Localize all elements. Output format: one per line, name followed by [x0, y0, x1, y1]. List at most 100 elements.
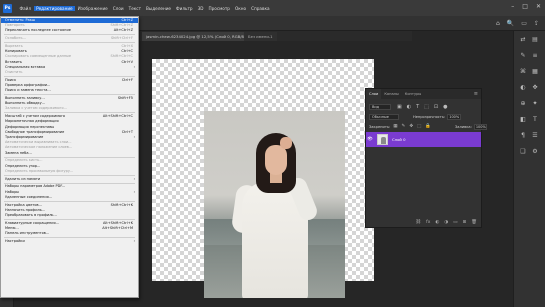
smart-filter-icon[interactable]: ⊡ [434, 104, 438, 110]
adjustments-icon[interactable]: ◐ [519, 85, 527, 91]
lock-paint-icon[interactable]: ✎ [402, 124, 406, 129]
edit-menu-item[interactable]: Заливка с учетом содержимого... [1, 106, 138, 111]
maximize-icon[interactable]: □ [522, 3, 528, 10]
edit-menu-item[interactable]: Ослабить... Shift+Ctrl+F [1, 36, 138, 41]
edit-menu-item[interactable]: Переключить последнее состояние Alt+Ctrl+… [1, 28, 138, 33]
submenu-arrow-icon: › [133, 176, 135, 181]
new-layer-icon[interactable]: ⊞ [463, 220, 467, 225]
tab-channels[interactable]: Каналы [381, 89, 401, 99]
lock-all-icon[interactable]: 🔒 [425, 124, 431, 129]
document-canvas-transparent[interactable] [152, 59, 374, 298]
menu-10[interactable]: Справка [249, 6, 272, 11]
document-tab-active[interactable]: jasmin-chew-6234024.jpg @ 12,5% (Слой 0,… [142, 32, 255, 41]
properties-icon[interactable]: ≡ [531, 53, 539, 59]
layers-panel-tabs: Слои Каналы Контуры ≡ [366, 89, 481, 99]
edit-menu-item-shortcut: Shift+Ctrl+Z [110, 23, 133, 28]
edit-menu-item-label: Удалить из памяти [5, 176, 41, 181]
edit-menu-item[interactable]: Поиск и замена текста... [1, 88, 138, 93]
shape-filter-icon[interactable]: ⬚ [424, 104, 429, 110]
edit-menu-item-label: Ослабить... [5, 36, 26, 41]
document-tab-untitled[interactable]: Без имени-1 [244, 32, 277, 41]
mask-icon[interactable]: ◐ [435, 220, 439, 225]
blend-row: Обычные Непрозрачность: 100% [369, 113, 479, 120]
menu-4[interactable]: Текст [126, 6, 143, 11]
photo-hand [280, 137, 292, 149]
menu-7[interactable]: 3D [195, 6, 206, 11]
fx-icon[interactable]: fx [426, 220, 430, 225]
edit-menu-item[interactable]: Очистить [1, 70, 138, 75]
swatches-icon[interactable]: ▦ [531, 69, 539, 75]
menu-9[interactable]: Окно [232, 6, 248, 11]
edit-menu-item-shortcut: Ctrl+T [121, 129, 133, 134]
character-icon[interactable]: T [531, 117, 539, 123]
lock-pixels-icon[interactable]: ▦ [393, 124, 397, 129]
edit-menu-item-shortcut: Shift+F5 [117, 96, 133, 100]
edit-menu-item-label: Назначить профиль... [5, 207, 46, 212]
edit-menu-item-label: Замена неба... [5, 150, 32, 155]
menu-6[interactable]: Фильтр [174, 6, 196, 11]
settings-icon[interactable]: ⚙ [531, 149, 539, 155]
effects-icon[interactable]: ✦ [531, 101, 539, 107]
menu-8[interactable]: Просмотр [206, 6, 233, 11]
edit-menu-item-label: Проверка орфографии... [5, 83, 51, 87]
share-icon[interactable]: ⇪ [534, 20, 539, 27]
edit-menu-item[interactable]: Настройки › [1, 239, 138, 244]
workspace-icon[interactable]: ▭ [521, 20, 527, 27]
history-icon[interactable]: ▤ [531, 37, 539, 43]
layer-thumbnail [377, 134, 388, 145]
edit-menu-item[interactable]: Преобразовать в профиль... [1, 213, 138, 218]
home-icon[interactable]: ⌂ [496, 20, 500, 27]
photo-face [265, 145, 287, 175]
tab-layers[interactable]: Слои [366, 89, 382, 99]
menu-2[interactable]: Изображение [75, 6, 110, 11]
trash-icon[interactable]: 🗑 [471, 220, 477, 225]
expand-icon[interactable]: ⇄ [519, 37, 527, 43]
blend-mode-select[interactable]: Обычные [369, 113, 399, 120]
menu-1[interactable]: Редактирование [33, 5, 76, 11]
edit-menu-item-shortcut: Ctrl+V [121, 59, 133, 64]
layer-name[interactable]: Слой 0 [392, 137, 406, 142]
toggle-filter-icon[interactable]: ● [443, 104, 447, 110]
type-filter-icon[interactable]: T [416, 104, 419, 110]
edit-menu-item[interactable]: Определить произвольную фигуру... [1, 169, 138, 174]
list-icon[interactable]: ☰ [531, 133, 539, 139]
paragraph-icon[interactable]: ¶ [519, 133, 527, 139]
edit-menu-item[interactable]: Замена неба... [1, 151, 138, 156]
edit-menu-item[interactable]: Панель инструментов... [1, 231, 138, 236]
move-icon[interactable]: ✥ [531, 85, 539, 91]
layers-icon[interactable]: ❑ [519, 149, 527, 155]
layer-row-selected[interactable]: 👁 Слой 0 [366, 132, 481, 147]
edit-menu-item[interactable]: Удалить из памяти › [1, 177, 138, 182]
edit-menu-item-label: Определить узор... [5, 163, 41, 168]
menu-3[interactable]: Слои [110, 6, 126, 11]
search-icon[interactable]: 🔍 [507, 20, 514, 27]
minimize-icon[interactable]: – [511, 3, 514, 10]
edit-menu-item-label: Специальная вставка [5, 64, 46, 69]
layer-comps-icon[interactable]: ◧ [519, 117, 527, 123]
brush-settings-icon[interactable]: ✎ [519, 53, 527, 59]
menu-0[interactable]: Файл [17, 6, 34, 11]
pixel-filter-icon[interactable]: ▣ [397, 104, 402, 110]
tab-paths[interactable]: Контуры [402, 89, 424, 99]
adjustment-filter-icon[interactable]: ◐ [407, 104, 411, 110]
edit-menu-item-label: Поиск и замена текста... [5, 88, 51, 93]
menu-5[interactable]: Выделение [144, 6, 174, 11]
opacity-field[interactable]: 100% [447, 113, 462, 120]
layer-filter-select[interactable]: Вид [369, 103, 391, 110]
group-icon[interactable]: ▭ [453, 220, 457, 225]
panel-menu-icon[interactable]: ≡ [474, 91, 481, 97]
libraries-icon[interactable]: ⌘ [519, 69, 527, 75]
layers-panel-footer: ⛓ fx ◐ ◑ ▭ ⊞ 🗑 [366, 218, 481, 227]
adjustment-layer-icon[interactable]: ◑ [444, 220, 448, 225]
fill-field[interactable]: 100% [473, 123, 487, 130]
options-bar-right-icons: ⌂ 🔍 ▭ ⇪ [496, 20, 539, 27]
close-icon[interactable]: ✕ [536, 3, 541, 10]
eye-icon[interactable]: 👁 [366, 137, 374, 142]
edit-menu-item[interactable]: Удаленные соединения... [1, 195, 138, 200]
link-icon[interactable]: ⛓ [415, 220, 421, 225]
lock-artboard-icon[interactable]: ⬚ [417, 124, 421, 129]
add-icon[interactable]: ⊕ [519, 101, 527, 107]
lock-position-icon[interactable]: ✥ [409, 124, 413, 129]
lock-label: Закрепить: [369, 124, 391, 129]
submenu-arrow-icon: › [133, 239, 135, 243]
